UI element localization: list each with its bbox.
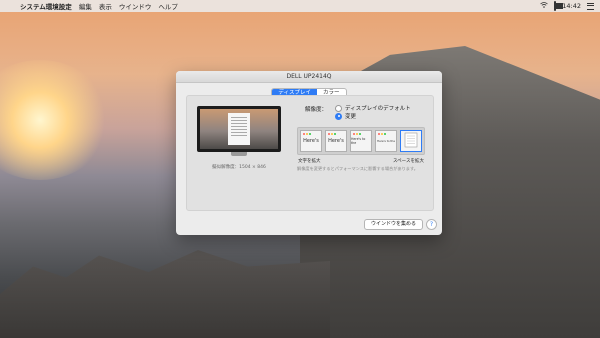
- monitor-screen: [200, 109, 278, 149]
- display-preferences-window: DELL UP2414Q ディスプレイ カラー 擬似解像度：1504 × 846…: [176, 71, 442, 235]
- menu-view[interactable]: 表示: [99, 1, 112, 11]
- scale-option-4[interactable]: Here's to the: [375, 130, 397, 152]
- radio-default[interactable]: ディスプレイのデフォルト: [335, 104, 411, 112]
- settings-panel: 擬似解像度：1504 × 846 解像度： ディスプレイのデフォルト 変更 He…: [186, 95, 434, 211]
- battery-icon[interactable]: [554, 1, 563, 11]
- scale-option-3-text: Here's to the: [351, 137, 366, 145]
- menu-app-name[interactable]: システム環境設定: [20, 1, 72, 11]
- scale-option-5-grid-icon: [404, 132, 418, 150]
- scale-option-4-text: Here's to the: [376, 139, 396, 143]
- scale-option-2-text: Here's: [328, 138, 344, 144]
- menu-edit[interactable]: 編集: [79, 1, 92, 11]
- help-button[interactable]: ?: [426, 219, 437, 230]
- scale-option-1[interactable]: Here's: [300, 130, 322, 152]
- caption-larger-text: 文字を拡大: [298, 159, 321, 164]
- gather-windows-button[interactable]: ウインドウを集める: [364, 219, 424, 230]
- wallpaper-ridge: [0, 250, 330, 338]
- scale-option-2[interactable]: Here's: [325, 130, 347, 152]
- performance-hint: 解像度を変更するとパフォーマンスに影響する場合があります。: [297, 166, 418, 171]
- resolution-note: 擬似解像度：1504 × 846: [212, 165, 266, 170]
- caption-more-space: スペースを拡大: [393, 159, 424, 164]
- window-title: DELL UP2414Q: [286, 73, 332, 80]
- wallpaper-sun-glow: [0, 60, 110, 180]
- menubar: システム環境設定 編集 表示 ウインドウ ヘルプ 14:42: [0, 0, 600, 12]
- radio-default-dot[interactable]: [335, 104, 342, 112]
- radio-scaled-dot[interactable]: [335, 112, 342, 120]
- notification-list-icon[interactable]: [587, 2, 594, 10]
- monitor-stand: [231, 152, 247, 156]
- monitor-bezel: [197, 106, 281, 152]
- radio-scaled[interactable]: 変更: [335, 112, 356, 120]
- menubar-status-area: 14:42: [540, 1, 594, 11]
- radio-scaled-label: 変更: [345, 114, 357, 120]
- menu-help[interactable]: ヘルプ: [158, 1, 178, 11]
- radio-default-label: ディスプレイのデフォルト: [345, 106, 411, 112]
- window-titlebar[interactable]: DELL UP2414Q: [176, 71, 442, 83]
- monitor-preview: [197, 106, 281, 156]
- resolution-label: 解像度：: [305, 107, 328, 113]
- wifi-icon[interactable]: [540, 2, 549, 10]
- scale-option-5[interactable]: [400, 130, 422, 152]
- preview-document: [228, 113, 250, 145]
- scaling-options: Here's Here's Here's to the Here's to th…: [297, 127, 425, 155]
- scale-option-3[interactable]: Here's to the: [350, 130, 372, 152]
- clock[interactable]: 14:42: [562, 2, 581, 10]
- menu-window[interactable]: ウインドウ: [119, 1, 152, 11]
- scale-option-1-text: Here's: [303, 138, 319, 144]
